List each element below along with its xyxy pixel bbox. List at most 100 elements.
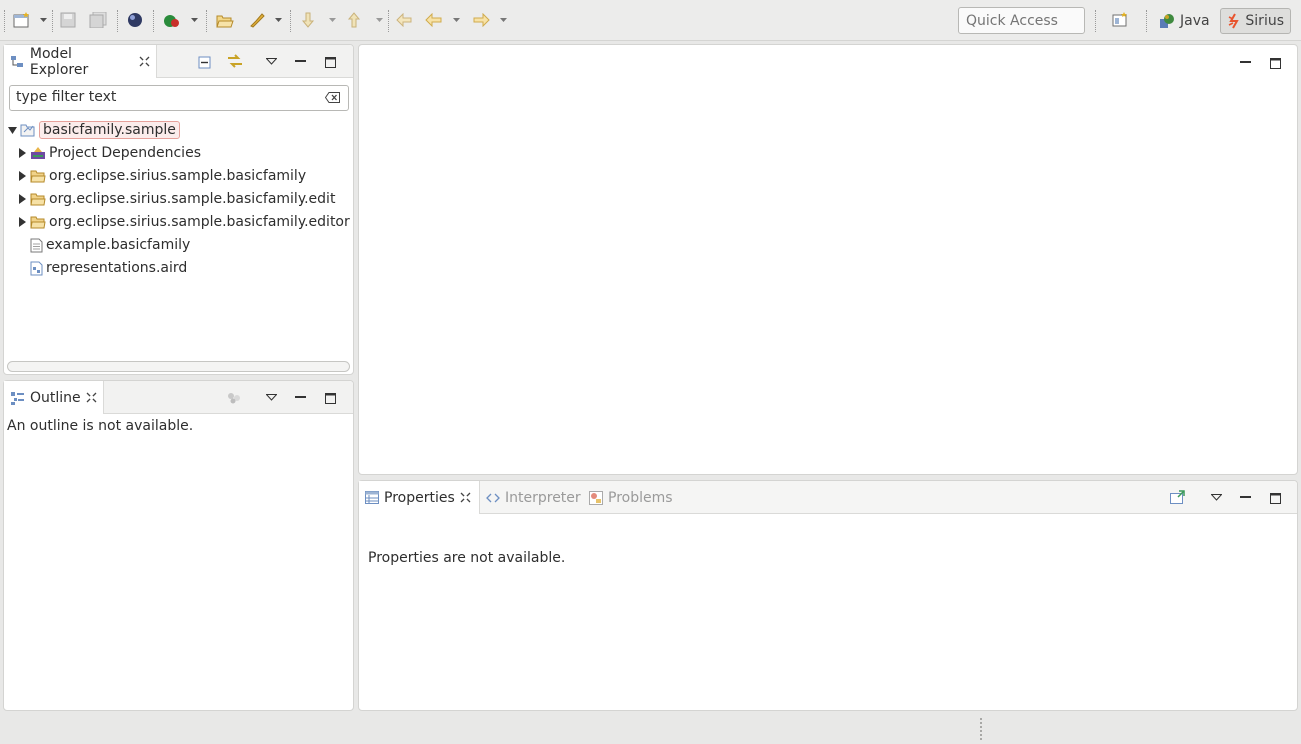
tab-model-explorer-label: Model Explorer — [29, 45, 89, 78]
tree-item-label: org.eclipse.sirius.sample.basicfamily — [49, 168, 307, 184]
toolbar-separator — [388, 10, 389, 32]
properties-message: Properties are not available. — [368, 550, 566, 566]
toolbar-separator — [117, 10, 118, 32]
toolbar-separator — [1095, 10, 1096, 32]
tab-model-explorer[interactable]: Model Explorer — [4, 45, 157, 78]
back-dropdown-arrow[interactable] — [451, 14, 461, 26]
properties-icon — [365, 491, 379, 504]
toolbar-separator — [206, 10, 207, 32]
maximize-icon — [1269, 57, 1281, 69]
next-annotation-dropdown[interactable] — [327, 14, 337, 26]
view-menu-button[interactable] — [264, 390, 278, 404]
minimize-button[interactable] — [1238, 490, 1252, 504]
collapsed-arrow-icon[interactable] — [18, 171, 27, 181]
forward-dropdown-arrow[interactable] — [498, 14, 508, 26]
tab-interpreter-label: Interpreter — [505, 489, 581, 506]
tree-item-project[interactable]: basicfamily.sample — [8, 119, 180, 141]
view-menu-icon — [265, 57, 277, 65]
tab-outline[interactable]: Outline — [4, 381, 104, 414]
perspective-sirius[interactable]: Sirius — [1220, 8, 1291, 34]
open-perspective-run-button[interactable] — [124, 9, 146, 31]
link-with-editor-button[interactable] — [226, 54, 244, 68]
collapsed-arrow-icon[interactable] — [18, 148, 27, 158]
editor-minimize-button[interactable] — [1238, 55, 1252, 69]
collapse-all-icon — [198, 56, 210, 68]
save-all-button[interactable] — [87, 9, 109, 31]
collapse-all-button[interactable] — [197, 55, 211, 69]
open-folder-button[interactable] — [214, 9, 236, 31]
previous-annotation-button[interactable] — [344, 9, 366, 31]
forward-arrow-icon — [473, 13, 490, 27]
open-perspective-button[interactable] — [1108, 9, 1132, 31]
filter-input[interactable]: type filter text — [9, 85, 349, 111]
forward-button[interactable] — [470, 9, 492, 31]
tab-outline-label: Outline — [30, 389, 81, 406]
tree-item-folder[interactable]: org.eclipse.sirius.sample.basicfamily.ed… — [18, 188, 335, 210]
quick-access-input[interactable] — [958, 7, 1085, 34]
maximize-button[interactable] — [323, 391, 337, 405]
back-arrow-icon — [425, 13, 442, 27]
minimize-icon — [294, 395, 306, 398]
launch-button[interactable] — [246, 9, 268, 31]
tree-item-label: example.basicfamily — [46, 237, 191, 253]
tree-item-folder[interactable]: org.eclipse.sirius.sample.basicfamily — [18, 165, 306, 187]
java-perspective-icon — [1160, 14, 1174, 28]
minimize-icon — [1239, 60, 1251, 63]
previous-annotation-dropdown[interactable] — [374, 14, 384, 26]
save-button[interactable] — [58, 9, 78, 31]
perspective-java[interactable]: Java — [1153, 8, 1216, 34]
tree-item-file[interactable]: example.basicfamily — [30, 234, 190, 256]
pin-view-button[interactable] — [1169, 490, 1187, 504]
maximize-button[interactable] — [1268, 491, 1282, 505]
model-explorer-icon — [11, 55, 23, 67]
view-menu-button[interactable] — [264, 54, 278, 68]
new-dropdown-arrow[interactable] — [38, 14, 48, 26]
close-icon[interactable] — [139, 56, 150, 67]
tree-item-label: basicfamily.sample — [39, 121, 180, 139]
perspective-java-label: Java — [1180, 13, 1210, 29]
toolbar-grip — [4, 10, 5, 32]
dependencies-icon — [31, 147, 45, 159]
clear-filter-button[interactable] — [324, 91, 340, 107]
tab-interpreter[interactable]: Interpreter — [480, 481, 587, 514]
previous-annotation-icon — [347, 12, 361, 28]
tab-properties[interactable]: Properties — [359, 481, 480, 514]
expanded-arrow-icon[interactable] — [8, 125, 17, 135]
outline-overview-button[interactable] — [227, 391, 241, 405]
editor-area — [358, 44, 1298, 475]
minimize-button[interactable] — [293, 54, 307, 68]
launch-dropdown-arrow[interactable] — [273, 14, 283, 26]
last-edit-location-button[interactable] — [394, 9, 416, 31]
collapsed-arrow-icon[interactable] — [18, 194, 27, 204]
tree-item-dependencies[interactable]: Project Dependencies — [18, 142, 201, 164]
open-folder-icon — [216, 15, 234, 27]
folder-icon — [30, 216, 46, 228]
maximize-button[interactable] — [323, 55, 337, 69]
close-icon[interactable] — [460, 492, 471, 503]
close-icon[interactable] — [86, 392, 97, 403]
tab-problems[interactable]: Problems — [583, 481, 679, 514]
minimize-button[interactable] — [293, 390, 307, 404]
next-annotation-button[interactable] — [298, 9, 320, 31]
maximize-icon — [324, 392, 336, 404]
horizontal-scrollbar[interactable] — [7, 361, 350, 372]
interpreter-icon — [486, 493, 500, 502]
tree-item-folder[interactable]: org.eclipse.sirius.sample.basicfamily.ed… — [18, 211, 350, 233]
maximize-icon — [1269, 492, 1281, 504]
toolbar-separator — [1146, 10, 1147, 32]
collapsed-arrow-icon[interactable] — [18, 217, 27, 227]
save-all-icon — [89, 12, 107, 28]
debug-button[interactable] — [161, 9, 183, 31]
debug-dropdown-arrow[interactable] — [189, 14, 199, 26]
view-menu-button[interactable] — [1209, 490, 1223, 504]
tab-problems-label: Problems — [608, 489, 673, 506]
back-button[interactable] — [423, 9, 445, 31]
tree-item-aird[interactable]: representations.aird — [30, 257, 187, 279]
new-wizard-button[interactable] — [12, 9, 32, 31]
editor-maximize-button[interactable] — [1268, 56, 1282, 70]
save-icon — [60, 12, 76, 28]
minimize-icon — [1239, 495, 1251, 498]
perspective-sirius-label: Sirius — [1245, 13, 1284, 29]
link-with-editor-icon — [228, 54, 242, 68]
folder-icon — [30, 170, 46, 182]
